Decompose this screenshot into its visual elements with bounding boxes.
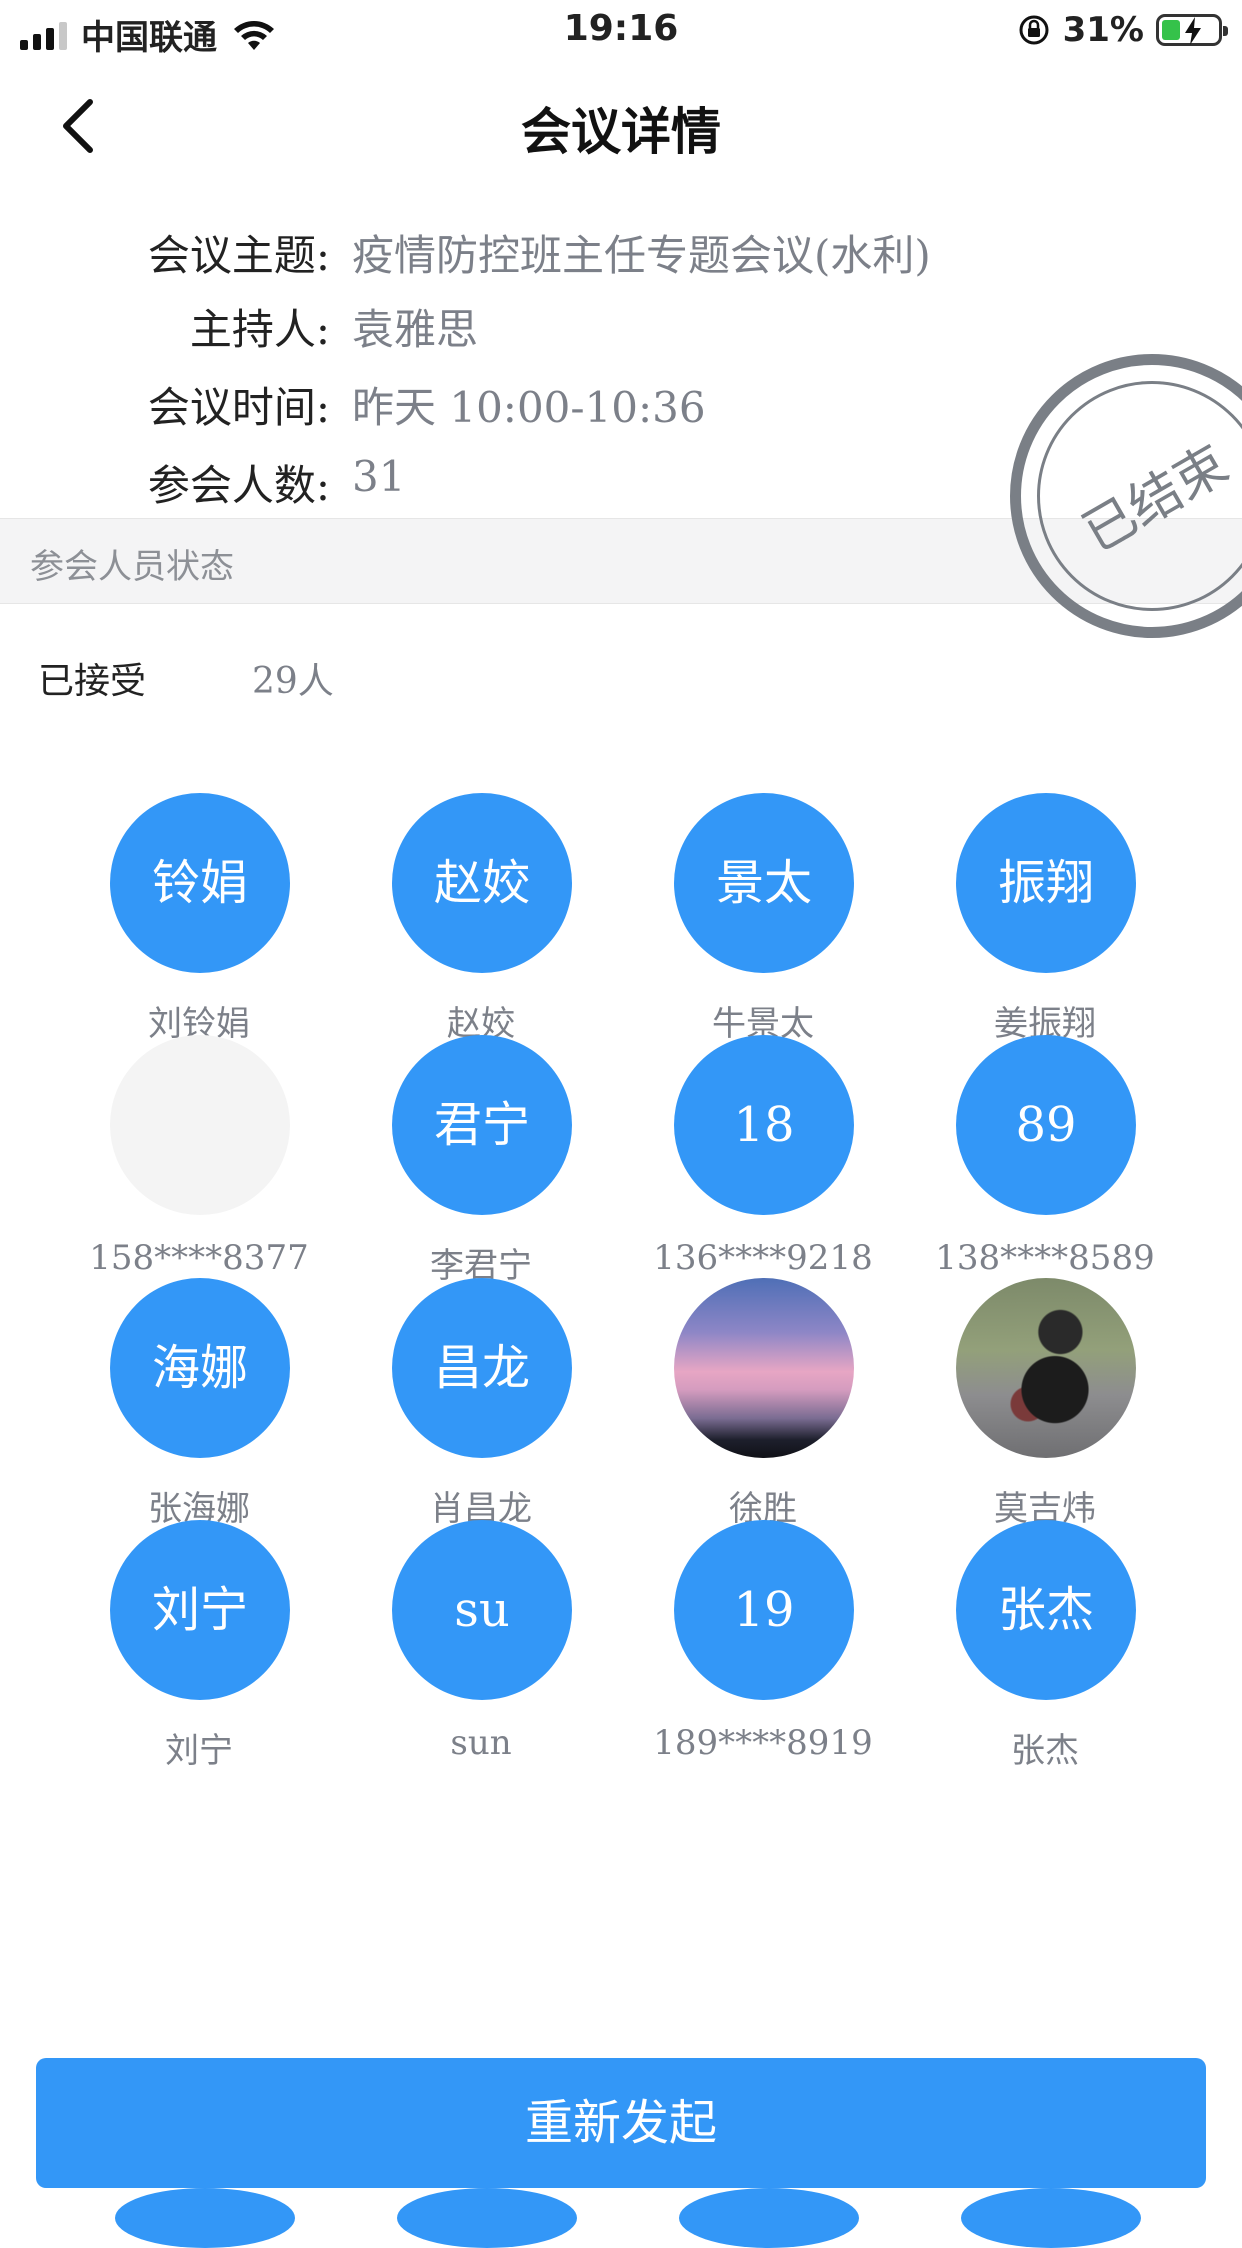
member-name: 张杰 [1011, 1731, 1079, 1771]
member-name: 158****8377 [89, 1238, 309, 1278]
member-avatar: 89 [956, 1035, 1136, 1215]
member-avatar [956, 1278, 1136, 1458]
member-avatar: 景太 [674, 793, 854, 973]
nav-bar: 会议详情 [0, 62, 1242, 192]
accepted-label: 已接受 [38, 661, 147, 702]
member-name: 189****8919 [653, 1723, 873, 1763]
member-avatar: 振翔 [956, 793, 1136, 973]
partial-avatar [961, 2188, 1141, 2248]
time-label: 会议时间: [147, 383, 330, 432]
members-grid: 铃娟 刘铃娟 赵姣 赵姣 景太 牛景太 振翔 姜振翔 158****8377 君宁 李君宁 18 136… [0, 790, 1242, 2090]
member-name: 136****9218 [653, 1238, 873, 1278]
battery-percent: 31% [1062, 10, 1144, 50]
status-bar: 中国联通 19:16 31% [0, 0, 1242, 62]
page-title: 会议详情 [521, 103, 721, 161]
host-row: 主持人: 袁雅思 [0, 296, 1242, 356]
count-value: 31 [352, 452, 406, 501]
partial-avatar [115, 2188, 295, 2248]
member-avatar: 赵姣 [392, 793, 572, 973]
partial-avatar [679, 2188, 859, 2248]
rotation-lock-icon [1019, 15, 1049, 45]
member-avatar: 刘宁 [110, 1520, 290, 1700]
member-avatar: 张杰 [956, 1520, 1136, 1700]
section-title: 参会人员状态 [30, 547, 234, 587]
member-name: sun [450, 1723, 512, 1763]
member-avatar: 19 [674, 1520, 854, 1700]
topic-value: 疫情防控班主任专题会议(水利) [352, 231, 931, 280]
host-label: 主持人: [189, 305, 330, 354]
member-name: 刘宁 [165, 1731, 233, 1771]
member-avatar: 君宁 [392, 1035, 572, 1215]
member-item[interactable]: 张杰 张杰 [904, 1517, 1186, 1817]
battery-icon [1156, 14, 1228, 46]
member-avatar: 铃娟 [110, 793, 290, 973]
status-bar-right: 31% [1017, 10, 1228, 50]
member-avatar: 昌龙 [392, 1278, 572, 1458]
member-item[interactable]: 刘宁 刘宁 [58, 1517, 340, 1817]
member-item[interactable]: su sun [340, 1517, 622, 1817]
member-avatar: su [392, 1520, 572, 1700]
topic-row: 会议主题: 疫情防控班主任专题会议(水利) [0, 222, 1242, 282]
topic-label: 会议主题: [147, 231, 330, 280]
restart-meeting-button[interactable]: 重新发起 [36, 2058, 1206, 2188]
member-avatar [674, 1278, 854, 1458]
member-avatar [110, 1035, 290, 1215]
time-value: 昨天 10:00-10:36 [352, 383, 706, 432]
host-value: 袁雅思 [352, 305, 479, 354]
member-item[interactable]: 19 189****8919 [622, 1517, 904, 1817]
member-avatar: 18 [674, 1035, 854, 1215]
partial-avatar [397, 2188, 577, 2248]
count-label: 参会人数: [147, 461, 330, 510]
accepted-count: 29人 [252, 661, 334, 702]
member-name: 138****8589 [935, 1238, 1155, 1278]
member-avatar: 海娜 [110, 1278, 290, 1458]
